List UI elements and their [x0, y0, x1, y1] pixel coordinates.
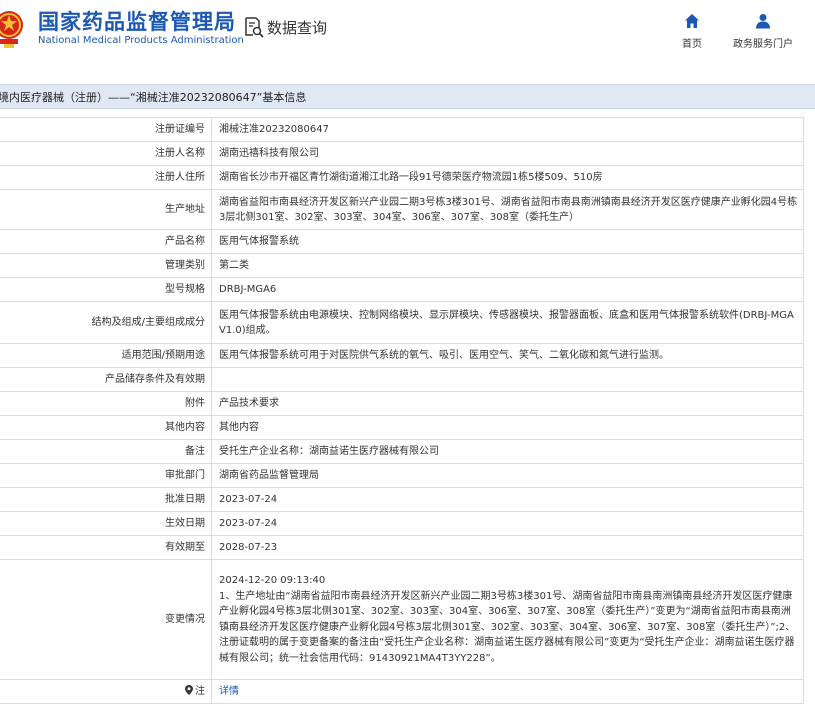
- row-label: 附件: [0, 391, 212, 416]
- change-date: 2024-12-20 09:13:40: [219, 575, 326, 586]
- document-search-icon: [245, 17, 264, 38]
- note-value-cell: 详情: [211, 679, 804, 704]
- table-row: 备注 受托生产企业名称：湖南益诺生医疗器械有限公司: [0, 439, 804, 464]
- data-query-label: 数据查询: [267, 18, 328, 37]
- nav-home[interactable]: 首页: [676, 12, 708, 51]
- row-label: 结构及组成/主要组成成分: [0, 301, 212, 344]
- table-row: 注册人住所 湖南省长沙市开福区青竹湖街道湘江北路一段91号德荣医疗物流园1栋5楼5…: [0, 165, 804, 190]
- table-row: 批准日期 2023-07-24: [0, 487, 804, 512]
- row-label: 生产地址: [0, 189, 212, 230]
- nav-home-label: 首页: [682, 39, 702, 50]
- user-icon: [756, 14, 770, 29]
- change-history-cell: 2024-12-20 09:13:40 1、生产地址由“湖南省益阳市南县经济开发…: [211, 559, 804, 680]
- device-info-table: 注册证编号 湘械注准20232080647 注册人名称 湖南迅禧科技有限公司 注册人住所…: [0, 117, 804, 704]
- note-label: 注: [195, 686, 205, 697]
- row-value: 湘械注准20232080647: [211, 117, 804, 142]
- details-link[interactable]: 详情: [219, 686, 239, 697]
- row-value: 医用气体报警系统由电源模块、控制网络模块、显示屏模块、传感器模块、报警器面板、底…: [211, 301, 804, 344]
- nav-gov-service-portal[interactable]: 政务服务门户: [728, 12, 798, 51]
- table-row: 其他内容 其他内容: [0, 415, 804, 440]
- table-row: 有效期至 2028-07-23: [0, 535, 804, 560]
- page-title-bar: 境内医疗器械（注册）——“湘械注准20232080647”基本信息: [0, 84, 815, 109]
- row-label: 备注: [0, 439, 212, 464]
- table-row: 产品名称 医用气体报警系统: [0, 229, 804, 254]
- row-label: 型号规格: [0, 277, 212, 302]
- national-emblem-icon: [0, 11, 23, 48]
- table-row: 附件 产品技术要求: [0, 391, 804, 416]
- row-label: 适用范围/预期用途: [0, 343, 212, 368]
- row-value: 其他内容: [211, 415, 804, 440]
- site-logo-subtitle: National Medical Products Administration: [38, 35, 244, 46]
- note-label-cell: 注: [0, 679, 212, 704]
- home-icon: [685, 14, 699, 28]
- site-header: 国家药品监督管理局 National Medical Products Admi…: [0, 0, 815, 66]
- row-value: 2023-07-24: [211, 511, 804, 536]
- row-value: 湖南迅禧科技有限公司: [211, 141, 804, 166]
- row-value: 2023-07-24: [211, 487, 804, 512]
- row-value: DRBJ-MGA6: [211, 277, 804, 302]
- change-text: 1、生产地址由“湖南省益阳市南县经济开发区新兴产业园二期3号栋3楼301号、湖南…: [219, 590, 796, 664]
- row-label: 批准日期: [0, 487, 212, 512]
- table-row: 结构及组成/主要组成成分 医用气体报警系统由电源模块、控制网络模块、显示屏模块、传…: [0, 301, 804, 344]
- row-label: 有效期至: [0, 535, 212, 560]
- row-label: 注册证编号: [0, 117, 212, 142]
- table-row: 产品储存条件及有效期: [0, 367, 804, 392]
- row-value: 2028-07-23: [211, 535, 804, 560]
- row-label: 变更情况: [0, 559, 212, 680]
- row-value: 产品技术要求: [211, 391, 804, 416]
- row-value: 湖南省药品监督管理局: [211, 463, 804, 488]
- table-row-change: 变更情况 2024-12-20 09:13:40 1、生产地址由“湖南省益阳市南…: [0, 559, 804, 680]
- row-label: 注册人名称: [0, 141, 212, 166]
- row-value: 医用气体报警系统可用于对医院供气系统的氧气、吸引、医用空气、笑气、二氧化碳和氮气…: [211, 343, 804, 368]
- location-pin-icon: [185, 685, 193, 695]
- row-label: 审批部门: [0, 463, 212, 488]
- row-value: 第二类: [211, 253, 804, 278]
- table-row: 生产地址 湖南省益阳市南县经济开发区新兴产业园二期3号栋3楼301号、湖南省益阳市…: [0, 189, 804, 230]
- row-label: 管理类别: [0, 253, 212, 278]
- table-row: 审批部门 湖南省药品监督管理局: [0, 463, 804, 488]
- table-row: 型号规格 DRBJ-MGA6: [0, 277, 804, 302]
- row-value: 医用气体报警系统: [211, 229, 804, 254]
- row-label: 其他内容: [0, 415, 212, 440]
- table-row: 管理类别 第二类: [0, 253, 804, 278]
- table-row: 生效日期 2023-07-24: [0, 511, 804, 536]
- row-value: 湖南省益阳市南县经济开发区新兴产业园二期3号栋3楼301号、湖南省益阳市南县南洲…: [211, 189, 804, 230]
- data-query-heading: 数据查询: [244, 14, 327, 40]
- row-value: [211, 367, 804, 392]
- site-logo-title: 国家药品监督管理局: [38, 10, 236, 34]
- row-value: 湖南省长沙市开福区青竹湖街道湘江北路一段91号德荣医疗物流园1栋5楼509、51…: [211, 165, 804, 190]
- table-row: 适用范围/预期用途 医用气体报警系统可用于对医院供气系统的氧气、吸引、医用空气、笑…: [0, 343, 804, 368]
- row-label: 产品储存条件及有效期: [0, 367, 212, 392]
- table-row: 注册人名称 湖南迅禧科技有限公司: [0, 141, 804, 166]
- row-label: 注册人住所: [0, 165, 212, 190]
- nav-gov-label: 政务服务门户: [733, 39, 793, 50]
- page-title: 境内医疗器械（注册）——“湘械注准20232080647”基本信息: [0, 91, 307, 104]
- row-label: 产品名称: [0, 229, 212, 254]
- row-label: 生效日期: [0, 511, 212, 536]
- table-row: 注册证编号 湘械注准20232080647: [0, 117, 804, 142]
- table-row-note: 注 详情: [0, 679, 804, 704]
- row-value: 受托生产企业名称：湖南益诺生医疗器械有限公司: [211, 439, 804, 464]
